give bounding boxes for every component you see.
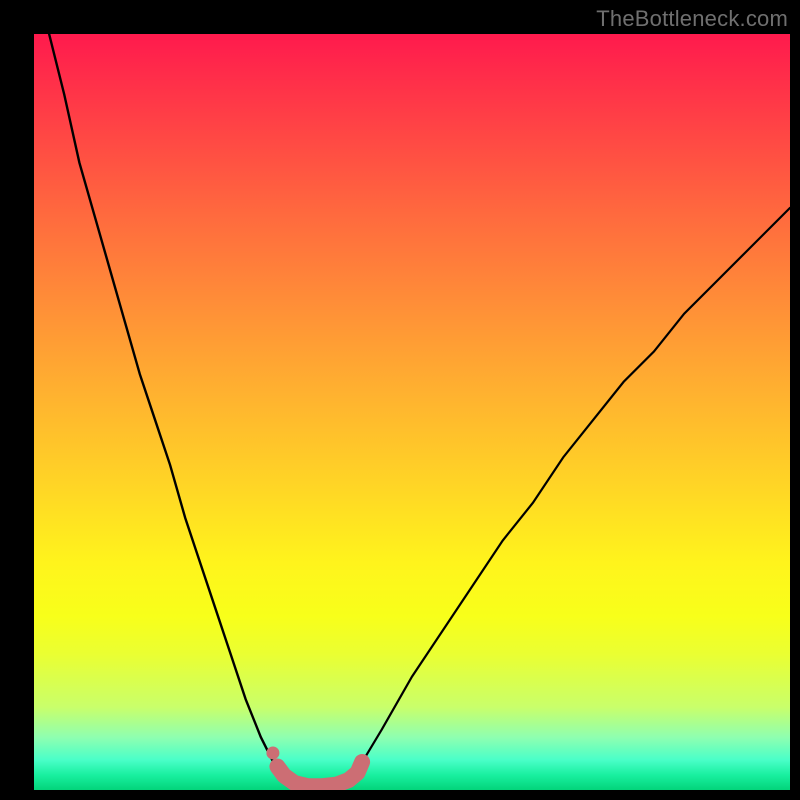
- plot-area: [34, 34, 790, 790]
- valley-accent-path: [277, 762, 362, 786]
- left-curve-path: [49, 34, 283, 782]
- curve-layer: [34, 34, 790, 790]
- valley-accent-dot: [266, 746, 279, 759]
- chart-frame: TheBottleneck.com: [0, 0, 800, 800]
- watermark-text: TheBottleneck.com: [596, 6, 788, 32]
- right-curve-path: [359, 208, 790, 767]
